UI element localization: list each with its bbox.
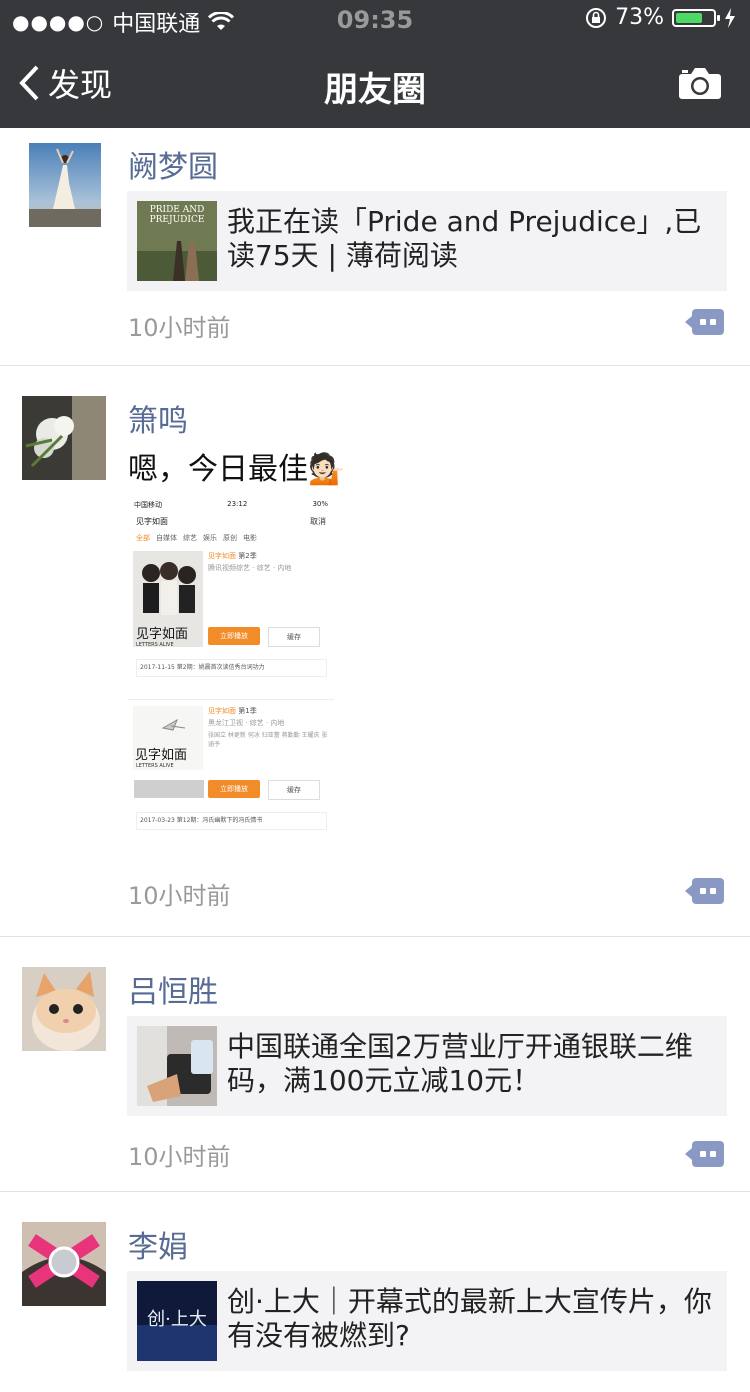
charging-icon [725, 7, 735, 28]
comment-button[interactable] [685, 1141, 724, 1167]
shot-poster-title: 见字如面 [136, 627, 189, 642]
shot-poster: 见字如面 LETTERS ALIVE [133, 706, 203, 770]
moments-feed: 阙梦圆 PRIDE AND PREJUDICE 我正在读「Pride and P… [0, 128, 750, 1392]
shot-poster-sub: LETTERS ALIVE [136, 642, 174, 648]
shot-episode: 2017-03-23 第12期：冯氏幽默下的冯氏情书 [136, 812, 327, 830]
shot-item-cast: 张国立 林更新 何冰 归亚蕾 蒋勤勤 王耀庆 张涵予 [208, 732, 328, 748]
poster-name[interactable]: 箫鸣 [128, 396, 188, 440]
shot-tab: 综艺 [183, 534, 197, 542]
shot-tab: 娱乐 [203, 534, 217, 542]
rotation-lock-icon [586, 7, 607, 28]
shot-item-info: 见字如面 第2季 腾讯视频综艺 · 综艺 · 内地 [208, 551, 328, 573]
thumbnail-title: 创·上大 [147, 1309, 207, 1330]
avatar-image [22, 396, 106, 480]
shot-battery: 30% [312, 500, 328, 508]
shot-tab: 原创 [223, 534, 237, 542]
shot-item-title: 见字如面 [208, 707, 236, 715]
shot-poster: 见字如面 LETTERS ALIVE [133, 551, 203, 648]
shot-tab: 自媒体 [156, 534, 177, 542]
post-time: 10小时前 [128, 314, 231, 342]
dot-icon [710, 888, 716, 894]
avatar[interactable] [22, 1222, 106, 1306]
shot-cache-button: 缓存 [268, 627, 320, 647]
link-title: 创·上大｜开幕式的最新上大宣传片，你有没有被燃到? [227, 1285, 712, 1352]
link-title: 我正在读「Pride and Prejudice」,已读75天 | 薄荷阅读 [227, 205, 702, 272]
shot-item-season: 第1季 [238, 707, 257, 715]
shot-poster-title: 见字如面 [135, 748, 188, 763]
avatar[interactable] [29, 143, 113, 227]
avatar-image [29, 143, 101, 227]
shot-tab: 全部 [136, 534, 150, 542]
shot-search-row: 见字如面 取消 [128, 512, 334, 533]
link-thumbnail [137, 1026, 217, 1106]
poster-name[interactable]: 吕恒胜 [128, 967, 218, 1011]
shot-item-meta: 腾讯视频综艺 · 综艺 · 内地 [208, 564, 292, 572]
shot-item-title: 见字如面 [208, 552, 236, 560]
shot-cache-button: 缓存 [268, 780, 320, 800]
dot-icon [700, 319, 706, 325]
shot-carrier: 中国移动 [134, 501, 162, 509]
page-title: 朋友圈 [324, 70, 426, 110]
shot-status-bar: 中国移动 23:12 30% [128, 498, 334, 512]
battery-icon [672, 8, 720, 27]
link-card[interactable]: PRIDE AND PREJUDICE 我正在读「Pride and Preju… [127, 191, 727, 291]
moment-post: 吕恒胜 中国联通全国2万营业厅开通银联二维码，满100元立减10元！ 10小时前 [0, 937, 750, 1192]
battery-percent: 73% [615, 5, 664, 30]
dot-icon [710, 1151, 716, 1157]
link-card[interactable]: 创·上大 创·上大｜开幕式的最新上大宣传片，你有没有被燃到? [127, 1271, 727, 1371]
dot-icon [700, 1151, 706, 1157]
dot-icon [710, 319, 716, 325]
post-time: 10小时前 [128, 1143, 231, 1171]
link-thumbnail: PRIDE AND PREJUDICE [137, 201, 217, 281]
poster-name[interactable]: 李娟 [128, 1222, 188, 1266]
link-thumbnail: 创·上大 [137, 1281, 217, 1361]
shot-item-meta: 黑龙江卫视 · 综艺 · 内地 [208, 719, 285, 727]
thumbnail-title: PRIDE AND PREJUDICE [149, 205, 205, 225]
shot-search-value: 见字如面 [136, 517, 168, 526]
camera-icon[interactable] [678, 66, 722, 100]
shot-item-season: 第2季 [238, 552, 257, 560]
link-card[interactable]: 中国联通全国2万营业厅开通银联二维码，满100元立减10元！ [127, 1016, 727, 1116]
nav-bar: 发现 朋友圈 [0, 40, 750, 128]
post-time: 10小时前 [128, 882, 231, 910]
shot-play-button: 立即播放 [208, 780, 260, 798]
shot-tab: 电影 [243, 534, 257, 542]
post-text: 嗯，今日最佳💁🏻 [128, 452, 346, 487]
shot-play-button: 立即播放 [208, 627, 260, 645]
status-bar: ●●●●○ 中国联通 09:35 73% [0, 0, 750, 40]
shot-item-info: 见字如面 第1季 黑龙江卫视 · 综艺 · 内地 张国立 林更新 何冰 归亚蕾 … [208, 706, 328, 748]
moment-post: 李娟 创·上大 创·上大｜开幕式的最新上大宣传片，你有没有被燃到? [0, 1192, 750, 1392]
dot-icon [700, 888, 706, 894]
avatar[interactable] [22, 396, 106, 480]
shot-item: 见字如面 LETTERS ALIVE 见字如面 第1季 黑龙江卫视 · 综艺 ·… [128, 699, 334, 860]
shot-progress [134, 780, 204, 798]
avatar-image [22, 967, 106, 1051]
link-title: 中国联通全国2万营业厅开通银联二维码，满100元立减10元！ [227, 1030, 693, 1097]
shot-tabs: 全部 自媒体 综艺 娱乐 原创 电影 [128, 533, 334, 549]
comment-button[interactable] [685, 309, 724, 335]
avatar-image [22, 1222, 106, 1306]
shot-episode: 2017-11-15 第2期：姚晨首次读信秀台词功力 [136, 659, 327, 677]
battery-fill [676, 12, 703, 23]
shot-cancel: 取消 [310, 517, 326, 526]
shot-time: 23:12 [227, 500, 248, 508]
moment-post: 阙梦圆 PRIDE AND PREJUDICE 我正在读「Pride and P… [0, 128, 750, 366]
avatar[interactable] [22, 967, 106, 1051]
moment-post: 箫鸣 嗯，今日最佳💁🏻 中国移动 23:12 30% 见字如面 取消 全部 自媒… [0, 366, 750, 937]
poster-name[interactable]: 阙梦圆 [128, 142, 218, 186]
comment-button[interactable] [685, 878, 724, 904]
shot-item: 见字如面 LETTERS ALIVE 见字如面 第2季 腾讯视频综艺 · 综艺 … [128, 549, 334, 699]
post-image[interactable]: 中国移动 23:12 30% 见字如面 取消 全部 自媒体 综艺 娱乐 原创 电… [128, 498, 334, 860]
shot-poster-sub: LETTERS ALIVE [136, 763, 174, 769]
